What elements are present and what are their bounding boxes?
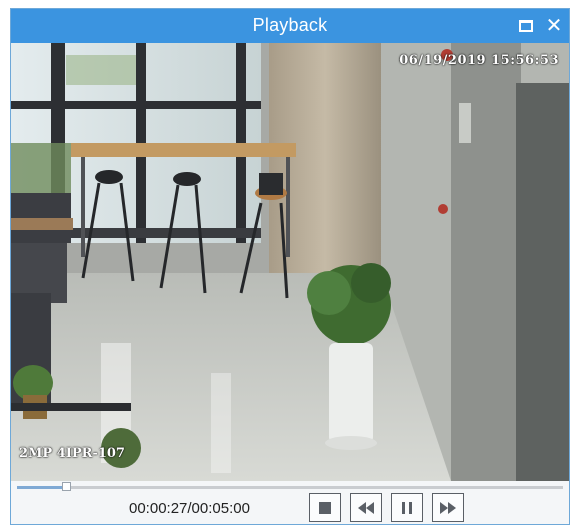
title-bar[interactable]: Playback ✕ bbox=[11, 9, 569, 43]
pause-button[interactable] bbox=[391, 493, 423, 522]
osd-camera-name: 2MP 4IPR-107 bbox=[19, 446, 125, 461]
playback-window: Playback ✕ 06/19/2019 15:56:53 2MP 4IPR-… bbox=[10, 8, 570, 525]
camera-frame bbox=[11, 43, 569, 481]
maximize-button[interactable] bbox=[513, 13, 539, 39]
progress-thumb[interactable] bbox=[62, 482, 72, 491]
stop-button[interactable] bbox=[309, 493, 341, 522]
slow-down-button[interactable] bbox=[350, 493, 382, 522]
window-title: Playback bbox=[252, 15, 328, 35]
progress-fill bbox=[17, 486, 67, 489]
playback-controls: 00:00:27/00:05:00 bbox=[11, 481, 569, 524]
fast-forward-button[interactable] bbox=[432, 493, 464, 522]
stop-icon bbox=[319, 501, 331, 514]
fast-forward-icon bbox=[440, 501, 456, 514]
osd-datetime: 06/19/2019 15:56:53 bbox=[399, 53, 559, 68]
close-icon: ✕ bbox=[545, 15, 563, 37]
maximize-icon bbox=[519, 20, 533, 32]
pause-icon bbox=[402, 501, 412, 514]
video-view[interactable]: 06/19/2019 15:56:53 2MP 4IPR-107 bbox=[11, 43, 569, 481]
close-button[interactable]: ✕ bbox=[541, 13, 567, 39]
playback-timecode: 00:00:27/00:05:00 bbox=[129, 500, 250, 517]
progress-slider[interactable] bbox=[17, 482, 563, 491]
slow-down-icon bbox=[358, 501, 374, 514]
